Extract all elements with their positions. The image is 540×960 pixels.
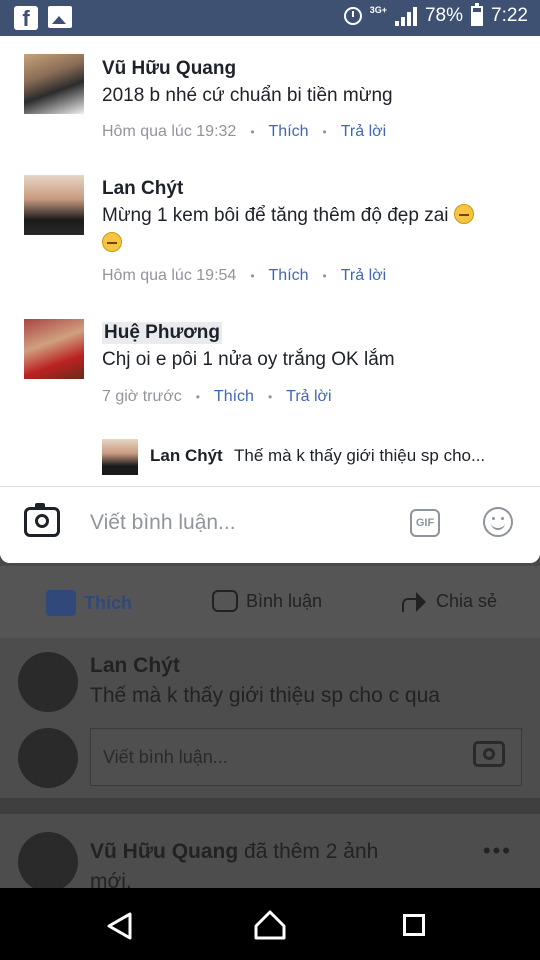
separator-dot: • bbox=[250, 269, 255, 283]
like-link[interactable]: Thích bbox=[269, 123, 309, 141]
comment-meta: Hôm qua lúc 19:54 • Thích • Trả lời bbox=[102, 267, 386, 285]
comment-author[interactable]: Vũ Hữu Quang bbox=[102, 58, 236, 80]
battery-percent: 78% bbox=[424, 5, 464, 26]
alarm-icon bbox=[343, 7, 362, 25]
separator-dot: • bbox=[322, 269, 327, 283]
facebook-icon: f bbox=[14, 6, 38, 31]
comment-author[interactable]: Lan Chýt bbox=[102, 178, 183, 200]
next-post-header: Vũ Hữu Quang đã thêm 2 ảnh mới. ••• bbox=[0, 814, 540, 893]
comment-input[interactable]: Viết bình luận... bbox=[90, 511, 236, 535]
expressionless-emoji-icon bbox=[102, 232, 122, 252]
next-post-author-name: Vũ Hữu Quang bbox=[90, 840, 239, 863]
avatar bbox=[18, 728, 78, 788]
comment-meta: 7 giờ trước • Thích • Trả lời bbox=[102, 388, 332, 406]
comment-text: Thế mà k thấy giới thiệu sp cho c qua bbox=[90, 684, 440, 707]
avatar[interactable] bbox=[24, 319, 84, 379]
avatar bbox=[18, 652, 78, 712]
comment-time: Hôm qua lúc 19:32 bbox=[102, 123, 237, 140]
signal-icon bbox=[394, 6, 417, 26]
expressionless-emoji-icon bbox=[453, 204, 474, 224]
share-action-label: Chia sẻ bbox=[436, 590, 498, 611]
avatar bbox=[18, 832, 78, 892]
comment-author: Lan Chýt bbox=[90, 654, 180, 677]
avatar bbox=[102, 439, 138, 475]
reply-link[interactable]: Trả lời bbox=[341, 267, 386, 285]
background-comment-placeholder: Viết bình luận... bbox=[103, 747, 228, 767]
gif-icon[interactable]: GIF bbox=[410, 509, 440, 537]
reply-link[interactable]: Trả lời bbox=[341, 123, 386, 141]
comment-input-bar: Viết bình luận... GIF bbox=[0, 486, 540, 563]
reply-link[interactable]: Trả lời bbox=[286, 388, 331, 406]
separator-dot: • bbox=[250, 125, 255, 139]
reply-text: Thế mà k thấy giới thiệu sp cho... bbox=[234, 446, 486, 465]
clock-time: 7:22 bbox=[491, 5, 528, 26]
emoji-icon[interactable] bbox=[483, 507, 513, 537]
like-action-label: Thích bbox=[84, 592, 132, 613]
separator-dot: • bbox=[322, 125, 327, 139]
recent-apps-icon[interactable] bbox=[403, 914, 425, 936]
share-arrow-icon bbox=[400, 590, 428, 612]
avatar[interactable] bbox=[24, 175, 84, 235]
separator-dot: • bbox=[267, 390, 273, 404]
comment-action-label: Bình luận bbox=[246, 590, 323, 611]
divider bbox=[0, 798, 540, 814]
share-action[interactable]: Chia sẻ bbox=[400, 590, 497, 612]
like-action[interactable]: Thích bbox=[46, 590, 132, 616]
separator-dot: • bbox=[195, 390, 200, 404]
reply-author: Lan Chýt bbox=[150, 446, 223, 465]
comment-text: Chj oi e pôi 1 nửa oy trắng OK lắm bbox=[102, 349, 395, 370]
comment-time: Hôm qua lúc 19:54 bbox=[102, 267, 237, 284]
comment-meta: Hôm qua lúc 19:32 • Thích • Trả lời bbox=[102, 123, 386, 141]
comment-bubble-icon bbox=[212, 590, 238, 612]
comment-text-content: Mừng 1 kem bôi để tăng thêm độ đẹp zai bbox=[102, 205, 449, 226]
next-post-action: đã thêm 2 ảnh bbox=[244, 840, 379, 863]
avatar[interactable] bbox=[24, 54, 84, 114]
comment-author[interactable]: Huệ Phương bbox=[102, 322, 222, 344]
network-type: 3G+ bbox=[369, 5, 387, 15]
like-link[interactable]: Thích bbox=[269, 267, 309, 285]
camera-icon[interactable] bbox=[473, 741, 505, 767]
status-bar: f 3G+ 78% 7:22 bbox=[0, 0, 540, 36]
more-options-icon[interactable]: ••• bbox=[483, 838, 512, 864]
comment-text: 2018 b nhé cứ chuẩn bi tiền mừng bbox=[102, 85, 393, 106]
comment-text: Mừng 1 kem bôi để tăng thêm độ đẹp zai bbox=[102, 202, 516, 258]
home-icon[interactable] bbox=[254, 910, 286, 940]
post-action-bar: Thích Bình luận Chia sẻ bbox=[0, 566, 540, 639]
back-icon[interactable] bbox=[106, 912, 134, 945]
background-comment-input[interactable]: Viết bình luận... bbox=[90, 728, 522, 786]
navigation-bar bbox=[0, 888, 540, 960]
reply-preview[interactable]: Lan Chýt Thế mà k thấy giới thiệu sp cho… bbox=[102, 439, 522, 475]
gallery-icon bbox=[48, 6, 72, 28]
comment-time: 7 giờ trước bbox=[102, 388, 182, 405]
next-post-author: Vũ Hữu Quang đã thêm 2 ảnh bbox=[90, 840, 378, 864]
thumbs-up-icon bbox=[46, 590, 76, 616]
like-link[interactable]: Thích bbox=[214, 388, 254, 406]
comments-sheet: Vũ Hữu Quang 2018 b nhé cứ chuẩn bi tiền… bbox=[0, 36, 540, 563]
camera-icon[interactable] bbox=[24, 503, 60, 537]
battery-icon bbox=[471, 3, 484, 26]
